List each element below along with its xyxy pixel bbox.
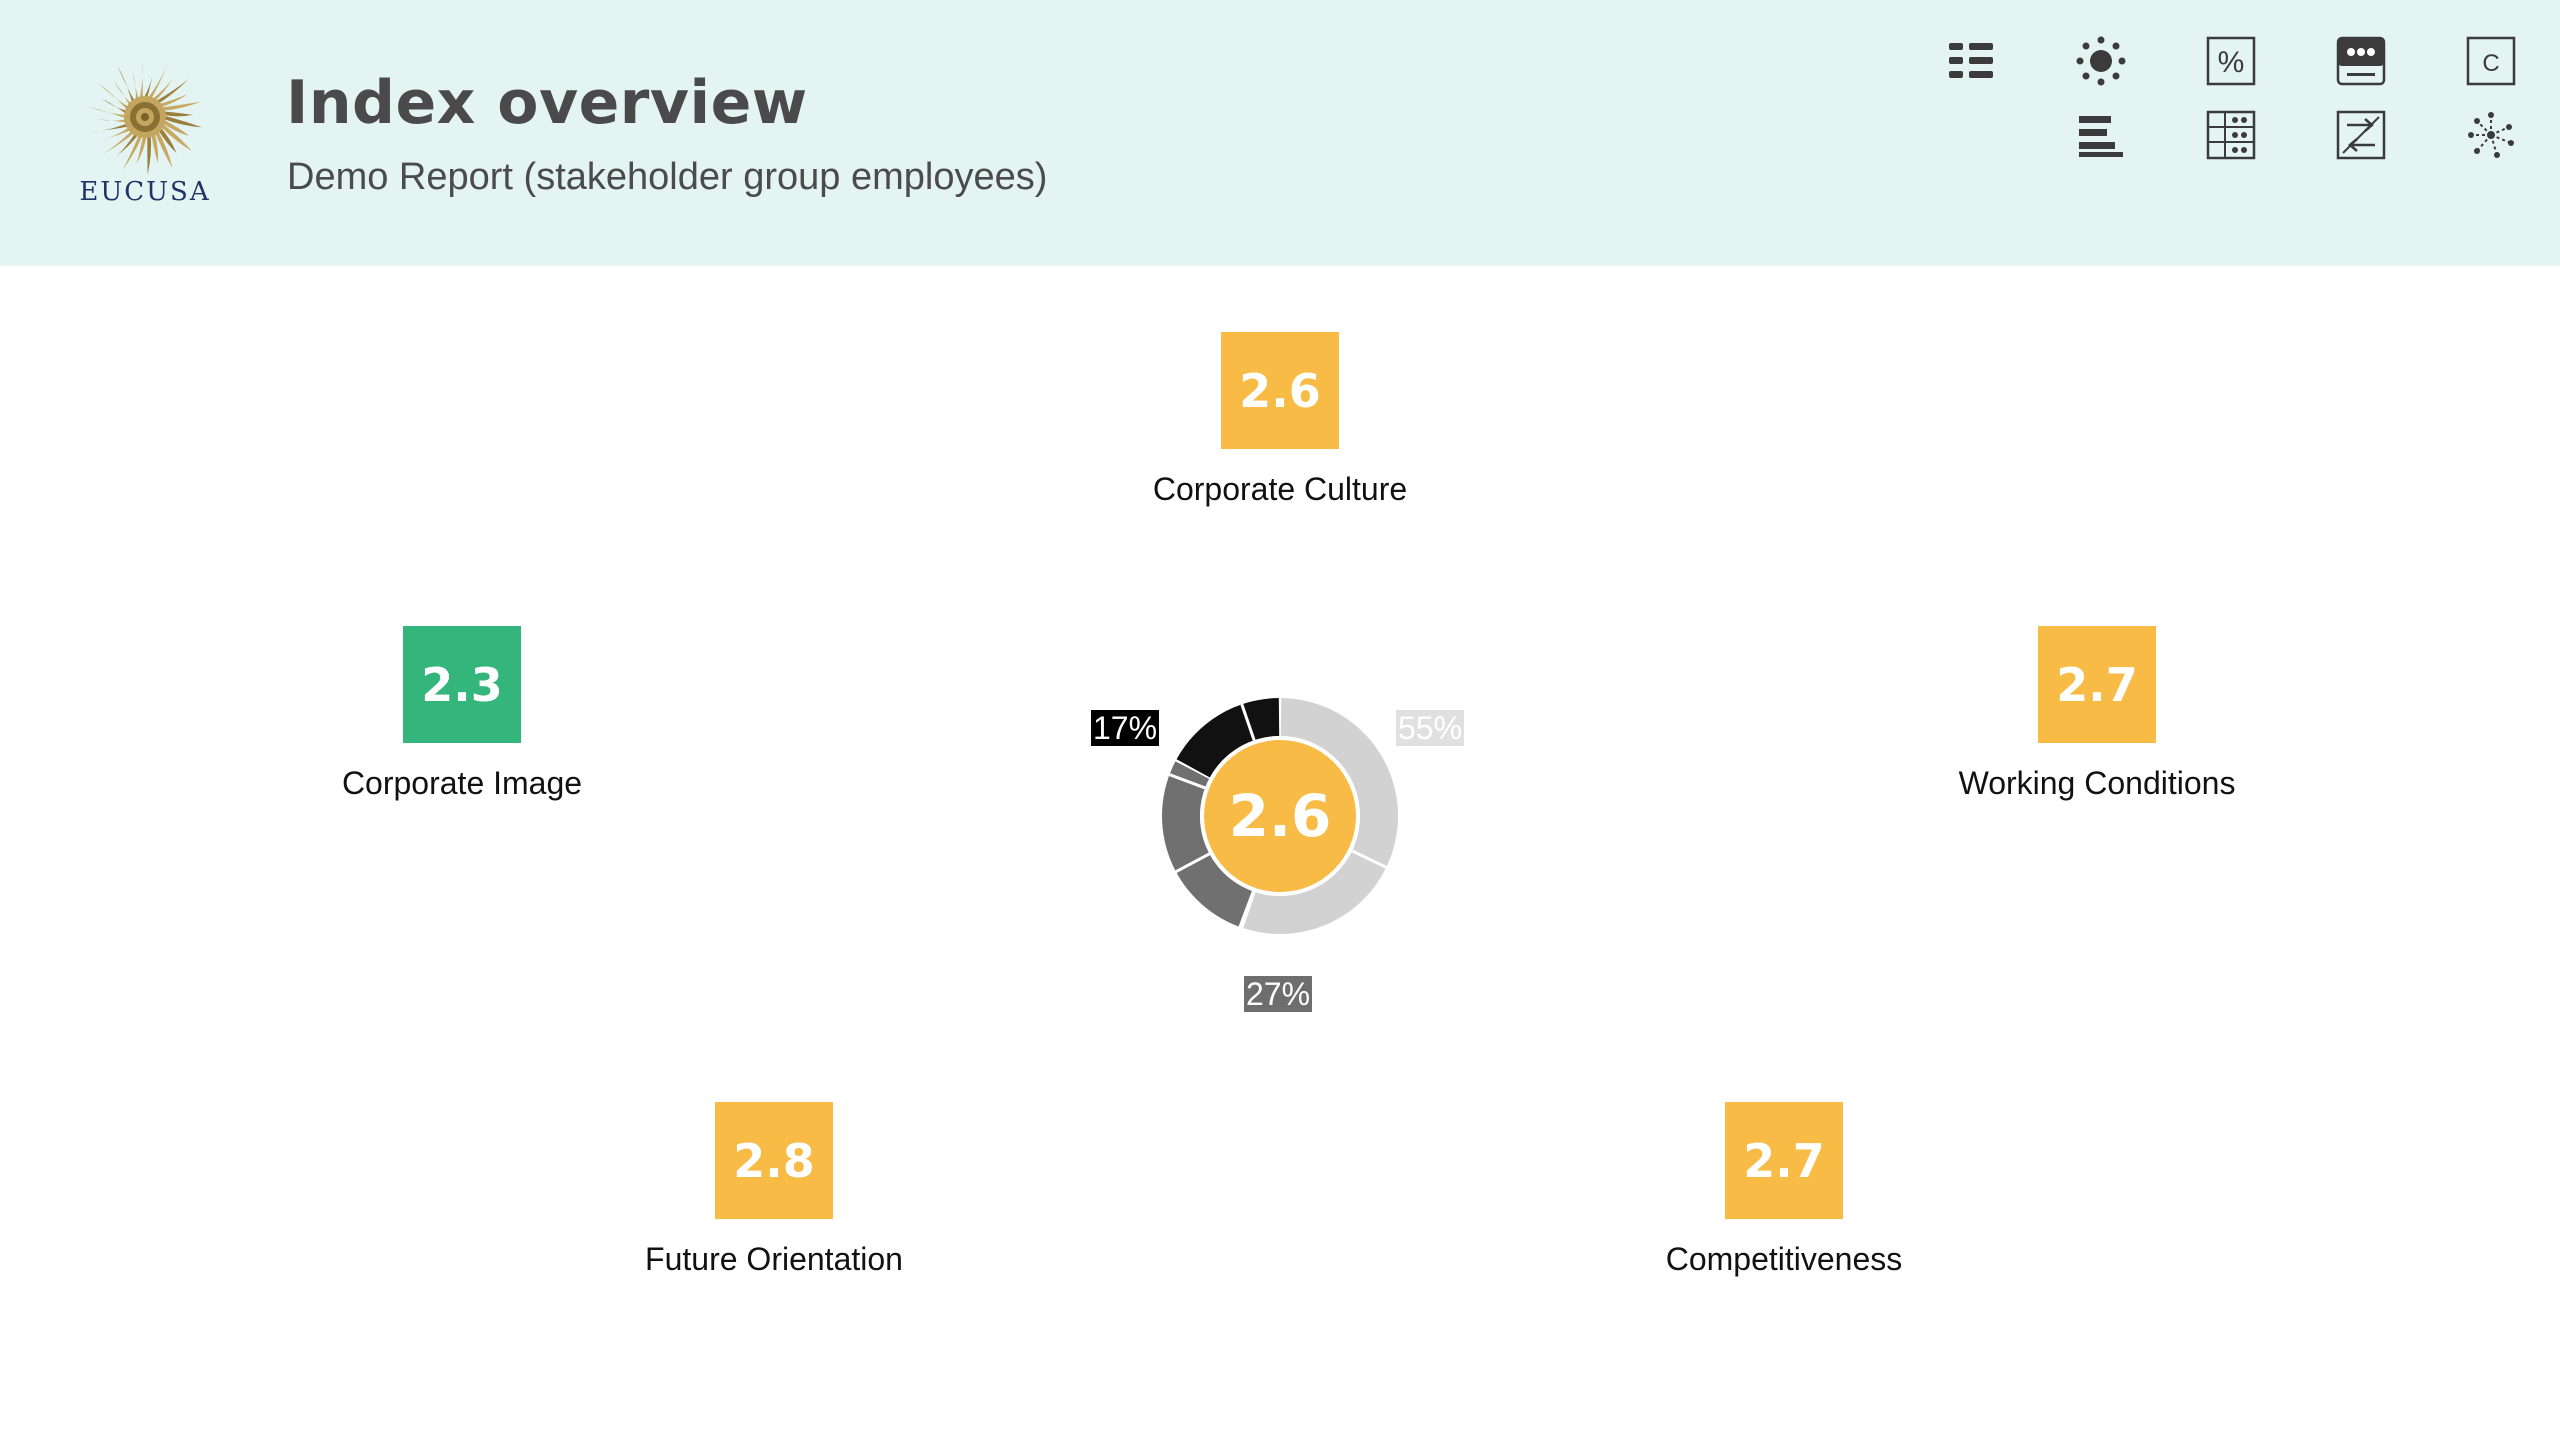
swap-arrows-icon[interactable]	[2333, 107, 2389, 163]
sunburst-logo-icon	[87, 59, 203, 175]
svg-text:%: %	[2218, 46, 2245, 79]
score-tile-corporate-culture[interactable]: 2.6	[1221, 332, 1339, 449]
eucusa-logo: EUCUSA	[55, 55, 235, 215]
segment-label-mid: 27%	[1244, 976, 1313, 1012]
dimension-label-corporate-image: Corporate Image	[341, 765, 583, 801]
brand-name: EUCUSA	[79, 177, 211, 207]
letter-c-icon[interactable]: C	[2463, 33, 2519, 89]
score-tile-competitiveness[interactable]: 2.7	[1725, 1102, 1843, 1219]
score-tile-corporate-image[interactable]: 2.3	[403, 626, 521, 743]
grid-table-icon[interactable]	[2203, 107, 2259, 163]
segment-label-dark: 17%	[1091, 710, 1160, 746]
dimension-label-competitiveness: Competitiveness	[1665, 1241, 1903, 1277]
page-subtitle: Demo Report (stakeholder group employees…	[287, 156, 1048, 198]
percent-icon[interactable]: %	[2203, 33, 2259, 89]
dimension-label-corporate-culture: Corporate Culture	[1152, 471, 1408, 507]
network-icon[interactable]	[2463, 107, 2519, 163]
score-tile-future-orientation[interactable]: 2.8	[715, 1102, 833, 1219]
donut-center-disc	[1204, 740, 1356, 892]
report-header: EUCUSA Index overview Demo Report (stake…	[0, 0, 2560, 267]
score-tile-working-conditions[interactable]: 2.7	[2038, 626, 2156, 743]
svg-text:C: C	[2482, 50, 2499, 77]
bar-sort-icon[interactable]	[2073, 107, 2129, 163]
sun-icon[interactable]	[2073, 33, 2129, 89]
dimension-label-future-orientation: Future Orientation	[645, 1241, 903, 1277]
list-view-icon[interactable]	[1943, 33, 1999, 89]
page-title: Index overview	[286, 68, 808, 138]
dots-panel-icon[interactable]	[2333, 33, 2389, 89]
overall-donut-chart[interactable]	[1162, 698, 1398, 934]
segment-label-light: 55%	[1396, 710, 1465, 746]
dimension-label-working-conditions: Working Conditions	[1958, 765, 2236, 801]
